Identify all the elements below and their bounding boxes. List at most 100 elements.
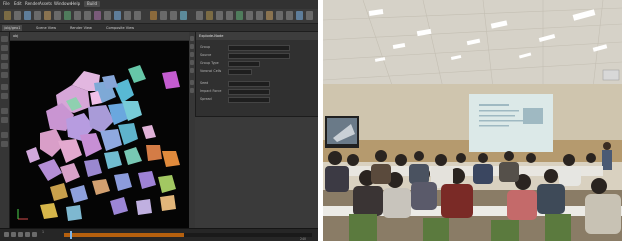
param-slider[interactable]: [228, 97, 270, 103]
houdini-app-window: File Edit Render Assets Windows Help Bui…: [0, 0, 318, 241]
rotate-tool-icon[interactable]: [1, 54, 8, 60]
shelf-toolbar: [0, 9, 318, 24]
shelf-tool-icon[interactable]: [180, 11, 187, 20]
timeline-playhead[interactable]: [70, 231, 72, 239]
brush-tool-icon[interactable]: [1, 93, 8, 99]
step-forward-icon[interactable]: [25, 232, 30, 237]
tab-scene-view[interactable]: Scene View: [34, 25, 58, 31]
viewport-header: obj: [10, 32, 189, 40]
shelf-tool-icon[interactable]: [114, 11, 121, 20]
handle-tool-icon[interactable]: [1, 72, 8, 78]
play-forward-icon[interactable]: [32, 232, 37, 237]
shelf-tool-icon[interactable]: [286, 11, 293, 20]
tab-render-view[interactable]: Render View: [68, 25, 94, 31]
display-option-icon[interactable]: [190, 36, 194, 41]
play-back-icon[interactable]: [4, 232, 9, 237]
param-row: Group: [196, 44, 318, 51]
shelf-tool-icon[interactable]: [44, 11, 51, 20]
shelf-tool-icon[interactable]: [150, 11, 157, 20]
param-row: Source: [196, 52, 318, 59]
timeline-start: 1: [42, 230, 45, 234]
param-slider[interactable]: [228, 81, 270, 87]
shelf-tool-icon[interactable]: [124, 11, 131, 20]
viewport-left-toolbar: [0, 32, 10, 228]
pane-tab-bar: /obj/geo1 Scene View Render View Composi…: [0, 24, 318, 32]
lecture-hall-scene: [323, 0, 622, 241]
shelf-tool-icon[interactable]: [226, 11, 233, 20]
pose-tool-icon[interactable]: [1, 84, 8, 90]
timeline-cached-range: [64, 233, 184, 237]
param-row: Group Type: [196, 60, 318, 67]
shelf-tool-icon[interactable]: [84, 11, 91, 20]
display-option-icon[interactable]: [190, 60, 194, 65]
display-option-icon[interactable]: [190, 44, 194, 49]
timeline-bar: 1 240: [0, 228, 318, 241]
shelf-tool-icon[interactable]: [74, 11, 81, 20]
tab-composite-view[interactable]: Composite View: [104, 25, 136, 31]
shelf-tool-icon[interactable]: [160, 11, 167, 20]
desktop-selector[interactable]: Build: [84, 1, 101, 7]
shelf-tool-icon[interactable]: [170, 11, 177, 20]
param-row: Voronoi Cells: [196, 68, 318, 75]
param-label: Group Type: [200, 61, 219, 65]
step-back-icon[interactable]: [11, 232, 16, 237]
camera-tool-icon[interactable]: [1, 141, 8, 147]
display-option-icon[interactable]: [190, 52, 194, 57]
param-label: Source: [200, 53, 212, 57]
shelf-tool-icon[interactable]: [134, 11, 141, 20]
menu-help[interactable]: Help: [71, 1, 80, 7]
display-option-icon[interactable]: [190, 80, 194, 85]
snap-tool-icon[interactable]: [1, 117, 8, 123]
shelf-tool-icon[interactable]: [246, 11, 253, 20]
shelf-tool-icon[interactable]: [34, 11, 41, 20]
display-tool-icon[interactable]: [1, 132, 8, 138]
display-option-icon[interactable]: [190, 68, 194, 73]
shelf-tool-icon[interactable]: [206, 11, 213, 20]
shelf-tool-icon[interactable]: [24, 11, 31, 20]
menu-edit[interactable]: Edit: [14, 1, 22, 7]
shelf-tool-icon[interactable]: [216, 11, 223, 20]
param-label: Seed: [200, 81, 209, 85]
shelf-tool-icon[interactable]: [306, 11, 313, 20]
param-row: Seed: [196, 80, 318, 87]
param-field[interactable]: [228, 53, 290, 59]
network-editor[interactable]: [195, 116, 318, 229]
param-label: Group: [200, 45, 211, 49]
param-row: Impact Force: [196, 88, 318, 95]
param-row: Spread: [196, 96, 318, 103]
shelf-tool-icon[interactable]: [296, 11, 303, 20]
shelf-tool-icon[interactable]: [54, 11, 61, 20]
shelf-tool-icon[interactable]: [14, 11, 21, 20]
shelf-tool-icon[interactable]: [276, 11, 283, 20]
viewport-path[interactable]: obj: [13, 33, 18, 39]
param-slider[interactable]: [228, 89, 270, 95]
menu-bar: File Edit Render Assets Windows Help Bui…: [0, 0, 318, 9]
menu-file[interactable]: File: [3, 1, 10, 7]
lecture-hall-photo: [323, 0, 622, 241]
menu-assets[interactable]: Assets: [39, 1, 52, 7]
param-field[interactable]: [228, 45, 290, 51]
select-tool-icon[interactable]: [1, 36, 8, 42]
shelf-tool-icon[interactable]: [196, 11, 203, 20]
param-field[interactable]: [228, 69, 252, 75]
move-tool-icon[interactable]: [1, 45, 8, 51]
shelf-tool-icon[interactable]: [104, 11, 111, 20]
display-option-icon[interactable]: [190, 88, 194, 93]
param-label: Impact Force: [200, 89, 222, 93]
shelf-tool-icon[interactable]: [64, 11, 71, 20]
3d-viewport[interactable]: [10, 41, 189, 228]
param-dropdown[interactable]: [228, 61, 260, 67]
menu-windows[interactable]: Windows: [54, 1, 72, 7]
shelf-tool-icon[interactable]: [4, 11, 11, 20]
shelf-tool-icon[interactable]: [236, 11, 243, 20]
timeline-end: 240: [300, 237, 307, 241]
menu-render[interactable]: Render: [25, 1, 39, 7]
view-tool-icon[interactable]: [1, 108, 8, 114]
tab-geo-path[interactable]: /obj/geo1: [2, 25, 23, 31]
shelf-tool-icon[interactable]: [94, 11, 101, 20]
parameter-panel-header: Explode-Node: [196, 32, 318, 40]
stop-icon[interactable]: [18, 232, 23, 237]
scale-tool-icon[interactable]: [1, 63, 8, 69]
shelf-tool-icon[interactable]: [266, 11, 273, 20]
shelf-tool-icon[interactable]: [256, 11, 263, 20]
